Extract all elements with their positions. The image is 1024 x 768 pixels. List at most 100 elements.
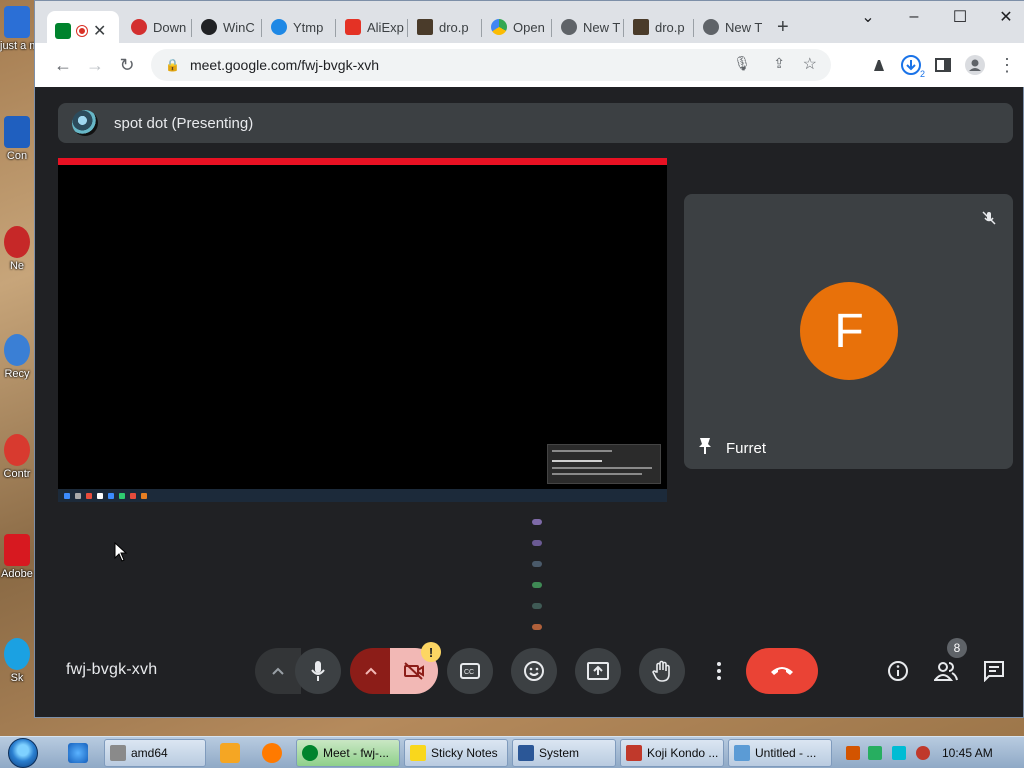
tray-icon-app[interactable] — [846, 746, 860, 760]
system-icon — [518, 745, 534, 761]
gear-icon — [201, 19, 217, 35]
tray-icon-display[interactable] — [892, 746, 906, 760]
tray-icon-volume[interactable] — [916, 746, 930, 760]
participant-avatar: F — [800, 282, 898, 380]
taskbar-item-sticky-notes[interactable]: Sticky Notes — [404, 739, 508, 767]
ytmp-icon — [271, 19, 287, 35]
tab-separator — [407, 19, 408, 37]
taskbar-item-meet[interactable]: Meet - fwj-... — [296, 739, 400, 767]
tab-search-icon[interactable]: ⌄ — [845, 5, 891, 29]
reload-button[interactable]: ↻ — [113, 51, 141, 79]
tab-separator — [693, 19, 694, 37]
close-window-button[interactable]: ✕ — [983, 5, 1024, 29]
chrome-icon — [302, 745, 318, 761]
tab-winc[interactable]: WinC — [193, 11, 259, 43]
recycle-bin-icon — [4, 334, 30, 366]
tab-separator — [191, 19, 192, 37]
maximize-button[interactable]: ☐ — [937, 5, 983, 29]
tab-open[interactable]: Open — [483, 11, 549, 43]
skype-icon — [4, 638, 30, 670]
taskbar-item-system[interactable]: System — [512, 739, 616, 767]
tray-icon-network[interactable] — [868, 746, 882, 760]
network-icon — [4, 226, 30, 258]
people-count-badge: 8 — [947, 638, 967, 658]
microphone-button[interactable] — [295, 648, 341, 694]
media-player-icon[interactable] — [220, 743, 240, 763]
desktop-icon-3[interactable]: Ne — [0, 222, 34, 292]
desktop-icon-5[interactable]: Contr — [0, 430, 34, 500]
ie-icon[interactable] — [68, 743, 88, 763]
profile-avatar[interactable] — [961, 51, 989, 79]
tab-separator — [335, 19, 336, 37]
presenting-label: spot dot (Presenting) — [114, 114, 254, 132]
media-icon — [626, 745, 642, 761]
participant-tile[interactable]: F Furret — [684, 194, 1013, 469]
raise-hand-button[interactable] — [639, 648, 685, 694]
reactions-button[interactable] — [511, 648, 557, 694]
tab-dro-1[interactable]: dro.p — [409, 11, 479, 43]
address-bar[interactable]: 🔒 meet.google.com/fwj-bvgk-xvh 🎙 ⇪ ☆ — [151, 49, 831, 81]
video-options-button[interactable] — [350, 648, 392, 694]
pin-icon[interactable] — [698, 437, 712, 459]
notepad-icon — [734, 745, 750, 761]
terminal-icon — [417, 19, 433, 35]
paint-icon[interactable] — [262, 743, 282, 763]
desktop-icon-6[interactable]: Adobe — [0, 530, 34, 600]
tab-separator — [261, 19, 262, 37]
console-icon — [110, 745, 126, 761]
tab-new-2[interactable]: New T — [695, 11, 763, 43]
taskbar: amd64 Meet - fwj-... Sticky Notes System… — [0, 736, 1024, 768]
start-button[interactable] — [8, 738, 38, 768]
browser-toolbar: ← → ↻ 🔒 meet.google.com/fwj-bvgk-xvh 🎙 ⇪… — [35, 43, 1024, 87]
screen-share[interactable] — [58, 158, 667, 502]
download-count: 2 — [919, 69, 925, 79]
presenter-avatar — [72, 110, 98, 136]
mic-off-icon — [979, 208, 999, 228]
desktop-icon-2[interactable]: Con — [0, 112, 34, 182]
share-icon[interactable]: ⇪ — [773, 55, 785, 72]
taskbar-item-untitled[interactable]: Untitled - ... — [728, 739, 832, 767]
mouse-cursor-icon — [114, 541, 128, 567]
meeting-info-icon[interactable] — [883, 656, 913, 686]
desktop-icon-1[interactable]: just a m — [0, 2, 34, 72]
participant-name-row: Furret — [698, 437, 766, 459]
taskbar-item-koji-kondo[interactable]: Koji Kondo ... — [620, 739, 724, 767]
tab-ytmp[interactable]: Ytmp — [263, 11, 333, 43]
clock[interactable]: 10:45 AM — [942, 746, 993, 760]
captions-button[interactable]: CC — [447, 648, 493, 694]
tab-aliexpress[interactable]: AliExp — [337, 11, 405, 43]
forward-button[interactable]: → — [81, 51, 109, 79]
minimize-button[interactable]: – — [891, 5, 937, 29]
close-tab-icon[interactable]: ✕ — [93, 21, 106, 41]
camera-warning-badge[interactable]: ! — [421, 642, 441, 662]
present-screen-button[interactable] — [575, 648, 621, 694]
menu-icon[interactable]: ⋮ — [993, 51, 1021, 79]
people-icon[interactable] — [931, 656, 961, 686]
browser-window: ✕ Down WinC Ytmp AliExp dro.p Open New T… — [34, 0, 1024, 718]
tab-dro-2[interactable]: dro.p — [625, 11, 691, 43]
download-icon[interactable]: 2 — [897, 51, 925, 79]
star-icon[interactable]: ☆ — [803, 54, 817, 74]
side-panel-icon[interactable] — [929, 51, 957, 79]
chrome-icon — [703, 19, 719, 35]
more-options-icon[interactable] — [697, 648, 741, 694]
end-call-button[interactable] — [746, 648, 818, 694]
url-text: meet.google.com/fwj-bvgk-xvh — [189, 57, 380, 73]
chat-icon[interactable] — [979, 656, 1009, 686]
lock-icon: 🔒 — [165, 58, 180, 72]
mic-icon[interactable]: 🎙 — [733, 55, 751, 72]
meeting-code: fwj-bvgk-xvh — [66, 661, 158, 678]
back-button[interactable]: ← — [49, 51, 77, 79]
sticky-notes-icon — [410, 745, 426, 761]
desktop-icon-7[interactable]: Sk — [0, 634, 34, 704]
desktop-icon-4[interactable]: Recy — [0, 330, 34, 400]
tab-new-1[interactable]: New T — [553, 11, 621, 43]
taskbar-item-amd64[interactable]: amd64 — [104, 739, 206, 767]
meet-icon — [55, 23, 71, 39]
tab-separator — [551, 19, 552, 37]
control-panel-icon — [4, 434, 30, 466]
extensions-icon[interactable] — [865, 51, 893, 79]
tab-down[interactable]: Down — [123, 11, 189, 43]
terminal-icon — [633, 19, 649, 35]
new-tab-button[interactable]: + — [769, 11, 799, 43]
